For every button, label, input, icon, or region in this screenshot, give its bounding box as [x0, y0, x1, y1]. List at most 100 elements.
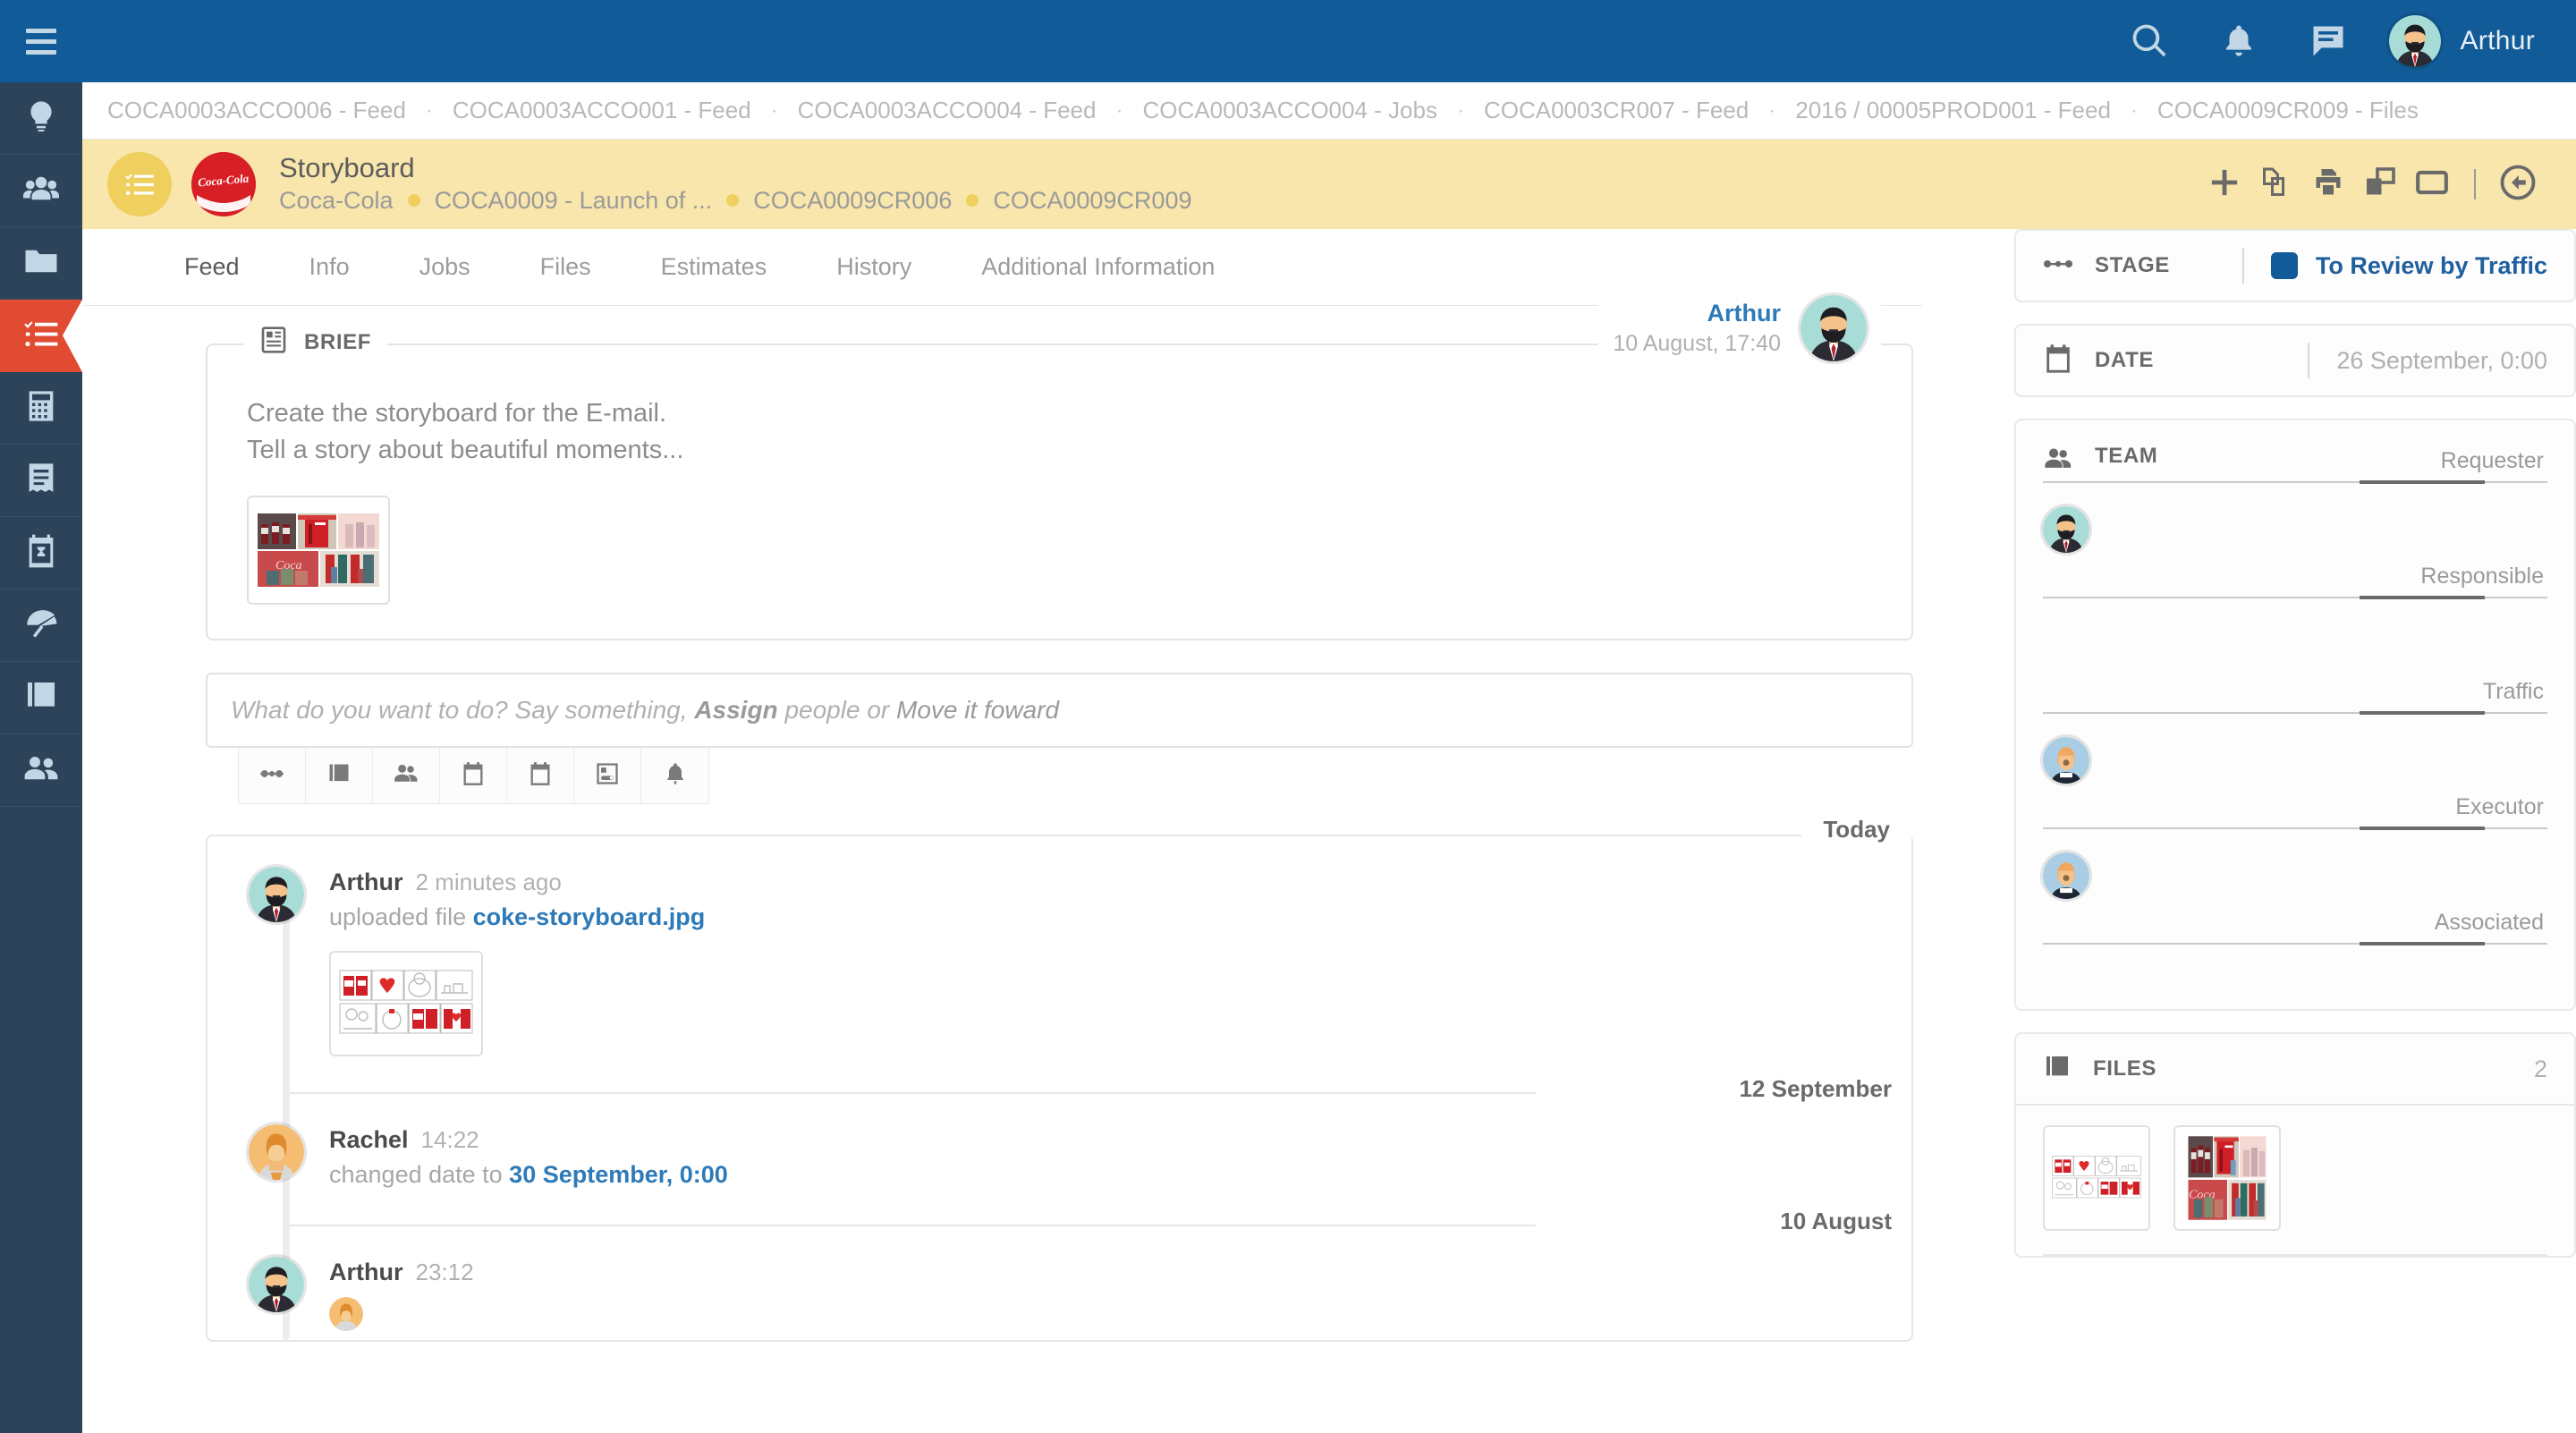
sidebar-item-team[interactable] — [0, 734, 82, 807]
change-stage-tool[interactable] — [574, 748, 641, 803]
sidebar-item-timesheets[interactable] — [0, 517, 82, 589]
sidebar-item-resources[interactable] — [0, 589, 82, 662]
date-value[interactable]: 26 September, 0:00 — [2336, 347, 2547, 375]
chat-icon[interactable] — [2284, 0, 2373, 82]
users-icon — [22, 750, 60, 792]
files-panel: FILES 2 — [2014, 1032, 2576, 1258]
composer-placeholder-assign[interactable]: Assign — [694, 696, 777, 724]
calendar-clock-icon — [528, 761, 553, 791]
tab-jobs[interactable]: Jobs — [419, 253, 470, 281]
coke-storyboard-sketch-thumbnail[interactable] — [2043, 1125, 2150, 1231]
windows-icon — [2364, 166, 2396, 203]
role-members[interactable] — [2043, 714, 2547, 794]
bell-icon[interactable] — [2194, 0, 2284, 82]
sidebar-item-projects[interactable] — [0, 227, 82, 300]
breadcrumb-job[interactable]: COCA0009CR006 — [753, 187, 952, 215]
assign-people-tool[interactable] — [373, 748, 440, 803]
entry-header: Rachel14:22 — [329, 1126, 728, 1154]
breadcrumb-tab[interactable]: 2016 / 00005PROD001 - Feed — [1795, 97, 2111, 124]
breadcrumb-dot-icon — [408, 194, 420, 207]
sidebar-item-clients[interactable] — [0, 155, 82, 227]
sidebar-item-estimates[interactable] — [0, 372, 82, 445]
entry-time: 2 minutes ago — [416, 869, 562, 895]
sidebar-item-invoices[interactable] — [0, 445, 82, 517]
entry-date-link[interactable]: 30 September, 0:00 — [509, 1161, 728, 1188]
sidebar-item-library[interactable] — [0, 662, 82, 734]
role-members[interactable] — [2043, 829, 2547, 910]
tab-info[interactable]: Info — [309, 253, 350, 281]
avatar[interactable] — [2043, 852, 2089, 899]
coke-photo-collage-thumbnail[interactable]: Coca — [2174, 1125, 2281, 1231]
role-rule — [2043, 827, 2547, 829]
set-date-tool[interactable] — [440, 748, 507, 803]
details-sidebar: STAGE To Review by Traffic DATE — [2014, 229, 2576, 1433]
tab-files[interactable]: Files — [540, 253, 591, 281]
print-button[interactable] — [2302, 158, 2354, 210]
role-members[interactable] — [2043, 483, 2547, 564]
entry-file-link[interactable]: coke-storyboard.jpg — [473, 903, 706, 930]
list-item-body: Arthur23:12 — [329, 1257, 474, 1331]
entry-author[interactable]: Rachel — [329, 1126, 409, 1153]
breadcrumb-client[interactable]: Coca-Cola — [279, 187, 394, 215]
breadcrumb-tab[interactable]: COCA0003ACCO001 - Feed — [453, 97, 751, 124]
brief-icon — [259, 326, 288, 359]
brief-section: BRIEF Arthur 10 August, 17:40 — [82, 306, 2003, 640]
tab-additional-information[interactable]: Additional Information — [981, 253, 1215, 281]
tab-history[interactable]: History — [836, 253, 911, 281]
add-button[interactable] — [2199, 158, 2250, 210]
sidebar-item-insights[interactable] — [0, 82, 82, 155]
attach-file-tool[interactable] — [306, 748, 373, 803]
avatar[interactable] — [2043, 737, 2089, 784]
files-icon — [2043, 1053, 2072, 1086]
team-role-requester: Requester — [2016, 448, 2574, 564]
breadcrumb-tab[interactable]: COCA0009CR009 - Files — [2157, 97, 2419, 124]
layout-button[interactable] — [2354, 158, 2406, 210]
breadcrumb-tab[interactable]: COCA0003CR007 - Feed — [1484, 97, 1749, 124]
menu-toggle-button[interactable] — [0, 0, 82, 82]
task-type-icon[interactable] — [107, 152, 172, 216]
date-label: DATE — [2095, 348, 2154, 373]
breadcrumb-task[interactable]: COCA0009CR009 — [993, 187, 1191, 215]
back-button[interactable] — [2492, 158, 2544, 210]
tab-feed[interactable]: Feed — [184, 253, 240, 281]
entry-attachment-thumbnail[interactable] — [329, 951, 483, 1056]
breadcrumb-project[interactable]: COCA0009 - Launch of ... — [435, 187, 713, 215]
fullscreen-button[interactable] — [2406, 158, 2458, 210]
breadcrumb-tab[interactable]: COCA0003ACCO006 - Feed — [107, 97, 406, 124]
entry-author[interactable]: Arthur — [329, 1259, 403, 1285]
avatar — [329, 1297, 363, 1331]
page-title: Storyboard — [279, 154, 1191, 183]
search-icon[interactable] — [2105, 0, 2194, 82]
entry-author[interactable]: Arthur — [329, 869, 403, 895]
set-deadline-tool[interactable] — [507, 748, 574, 803]
brief-timestamp: 10 August, 17:40 — [1613, 329, 1781, 360]
role-members[interactable] — [2043, 945, 2547, 1000]
panel-divider — [2242, 248, 2244, 284]
team-role-executor: Executor — [2016, 794, 2574, 910]
stage-panel: STAGE To Review by Traffic — [2014, 229, 2576, 302]
duplicate-button[interactable] — [2250, 158, 2302, 210]
more-options-tool[interactable] — [239, 748, 306, 803]
breadcrumb-tab[interactable]: COCA0003ACCO004 - Jobs — [1142, 97, 1436, 124]
user-menu[interactable]: Arthur — [2389, 15, 2536, 67]
lightbulb-icon — [23, 98, 59, 139]
stage-value-chip[interactable]: To Review by Traffic — [2271, 252, 2547, 280]
breadcrumb-tab[interactable]: COCA0003ACCO004 - Feed — [798, 97, 1097, 124]
role-members[interactable] — [2043, 598, 2547, 679]
client-logo: Coca-Cola — [191, 152, 256, 216]
stage-icon — [2043, 255, 2073, 277]
list-item[interactable]: Arthur2 minutes ago uploaded file coke-s… — [208, 836, 1911, 1056]
printer-icon — [2312, 166, 2344, 203]
brief-author-name[interactable]: Arthur — [1613, 297, 1781, 329]
avatar[interactable] — [2043, 506, 2089, 553]
list-item[interactable]: Arthur23:12 — [208, 1226, 1911, 1331]
tab-estimates[interactable]: Estimates — [661, 253, 767, 281]
sidebar-item-tasks[interactable] — [0, 300, 82, 372]
brief-attachment-thumbnail[interactable]: Coca — [247, 496, 390, 605]
role-label: Requester — [2043, 448, 2547, 474]
breadcrumb-dot-icon — [966, 194, 979, 207]
composer-input[interactable]: What do you want to do? Say something, A… — [206, 673, 1913, 748]
list-item[interactable]: Rachel14:22 changed date to 30 September… — [208, 1094, 1911, 1189]
notify-tool[interactable] — [641, 748, 708, 803]
composer-placeholder-move[interactable]: Move it foward — [896, 696, 1059, 724]
